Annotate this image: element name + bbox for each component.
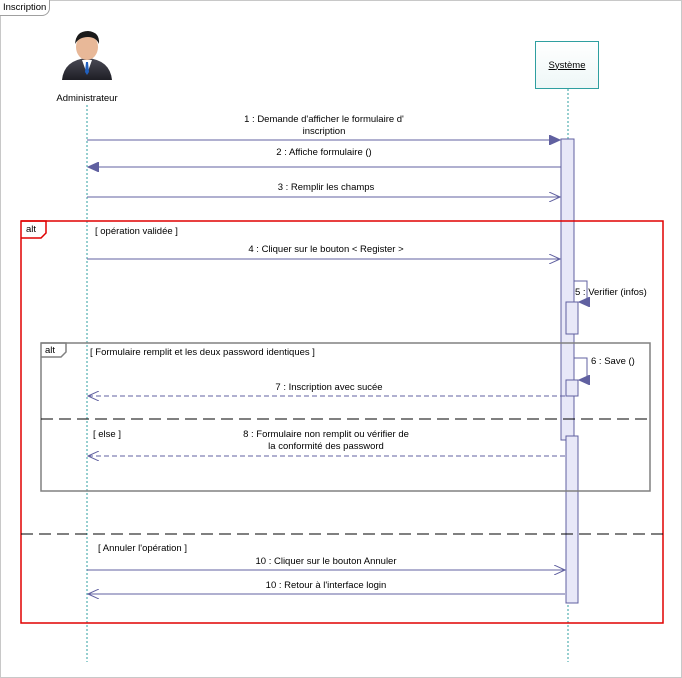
message-3-label: 3 : Remplir les champs — [277, 182, 375, 193]
system-lifeline-head: Système — [535, 41, 599, 89]
activation-bar-second — [565, 435, 579, 604]
message-8-label-line1: 8 : Formulaire non remplit ou vérifier d… — [243, 429, 409, 440]
inner-alt-guard-2: [ else ] — [93, 429, 121, 440]
frame-title: Inscription — [0, 0, 51, 16]
inner-alt-operator: alt — [45, 345, 56, 356]
message-6-label: 6 : Save () — [591, 356, 635, 367]
message-7-label: 7 : Inscription avec sucée — [275, 382, 383, 393]
sequence-diagram: Inscription Administrateur Système 1 : D… — [0, 0, 682, 678]
message-2-label: 2 : Affiche formulaire () — [276, 147, 372, 158]
activation-bar-verify — [565, 301, 579, 335]
message-1-label-line2: inscription — [302, 126, 346, 137]
outer-alt-guard-1: [ opération validée ] — [95, 226, 178, 237]
inner-alt-guard-1: [ Formulaire remplit et les deux passwor… — [90, 347, 315, 358]
person-icon — [62, 31, 112, 80]
message-1-label-line1: 1 : Demande d'afficher le formulaire d' — [244, 114, 404, 125]
message-4-label: 4 : Cliquer sur le bouton < Register > — [248, 244, 404, 255]
system-label: Système — [548, 59, 586, 71]
outer-alt-guard-2: [ Annuler l'opération ] — [98, 543, 187, 554]
outer-alt-operator: alt — [26, 224, 37, 235]
message-5-label: 5 : Verifier (infos) — [575, 287, 647, 298]
message-8-label-line2: la conformité des password — [268, 441, 384, 452]
message-10b-label: 10 : Retour à l'interface login — [265, 580, 387, 591]
activation-bar-save — [565, 379, 579, 397]
actor-administrateur-label: Administrateur — [56, 93, 118, 104]
message-6-selfcall — [574, 357, 587, 380]
message-10a-label: 10 : Cliquer sur le bouton Annuler — [255, 556, 397, 567]
inner-alt-fragment — [40, 342, 651, 492]
